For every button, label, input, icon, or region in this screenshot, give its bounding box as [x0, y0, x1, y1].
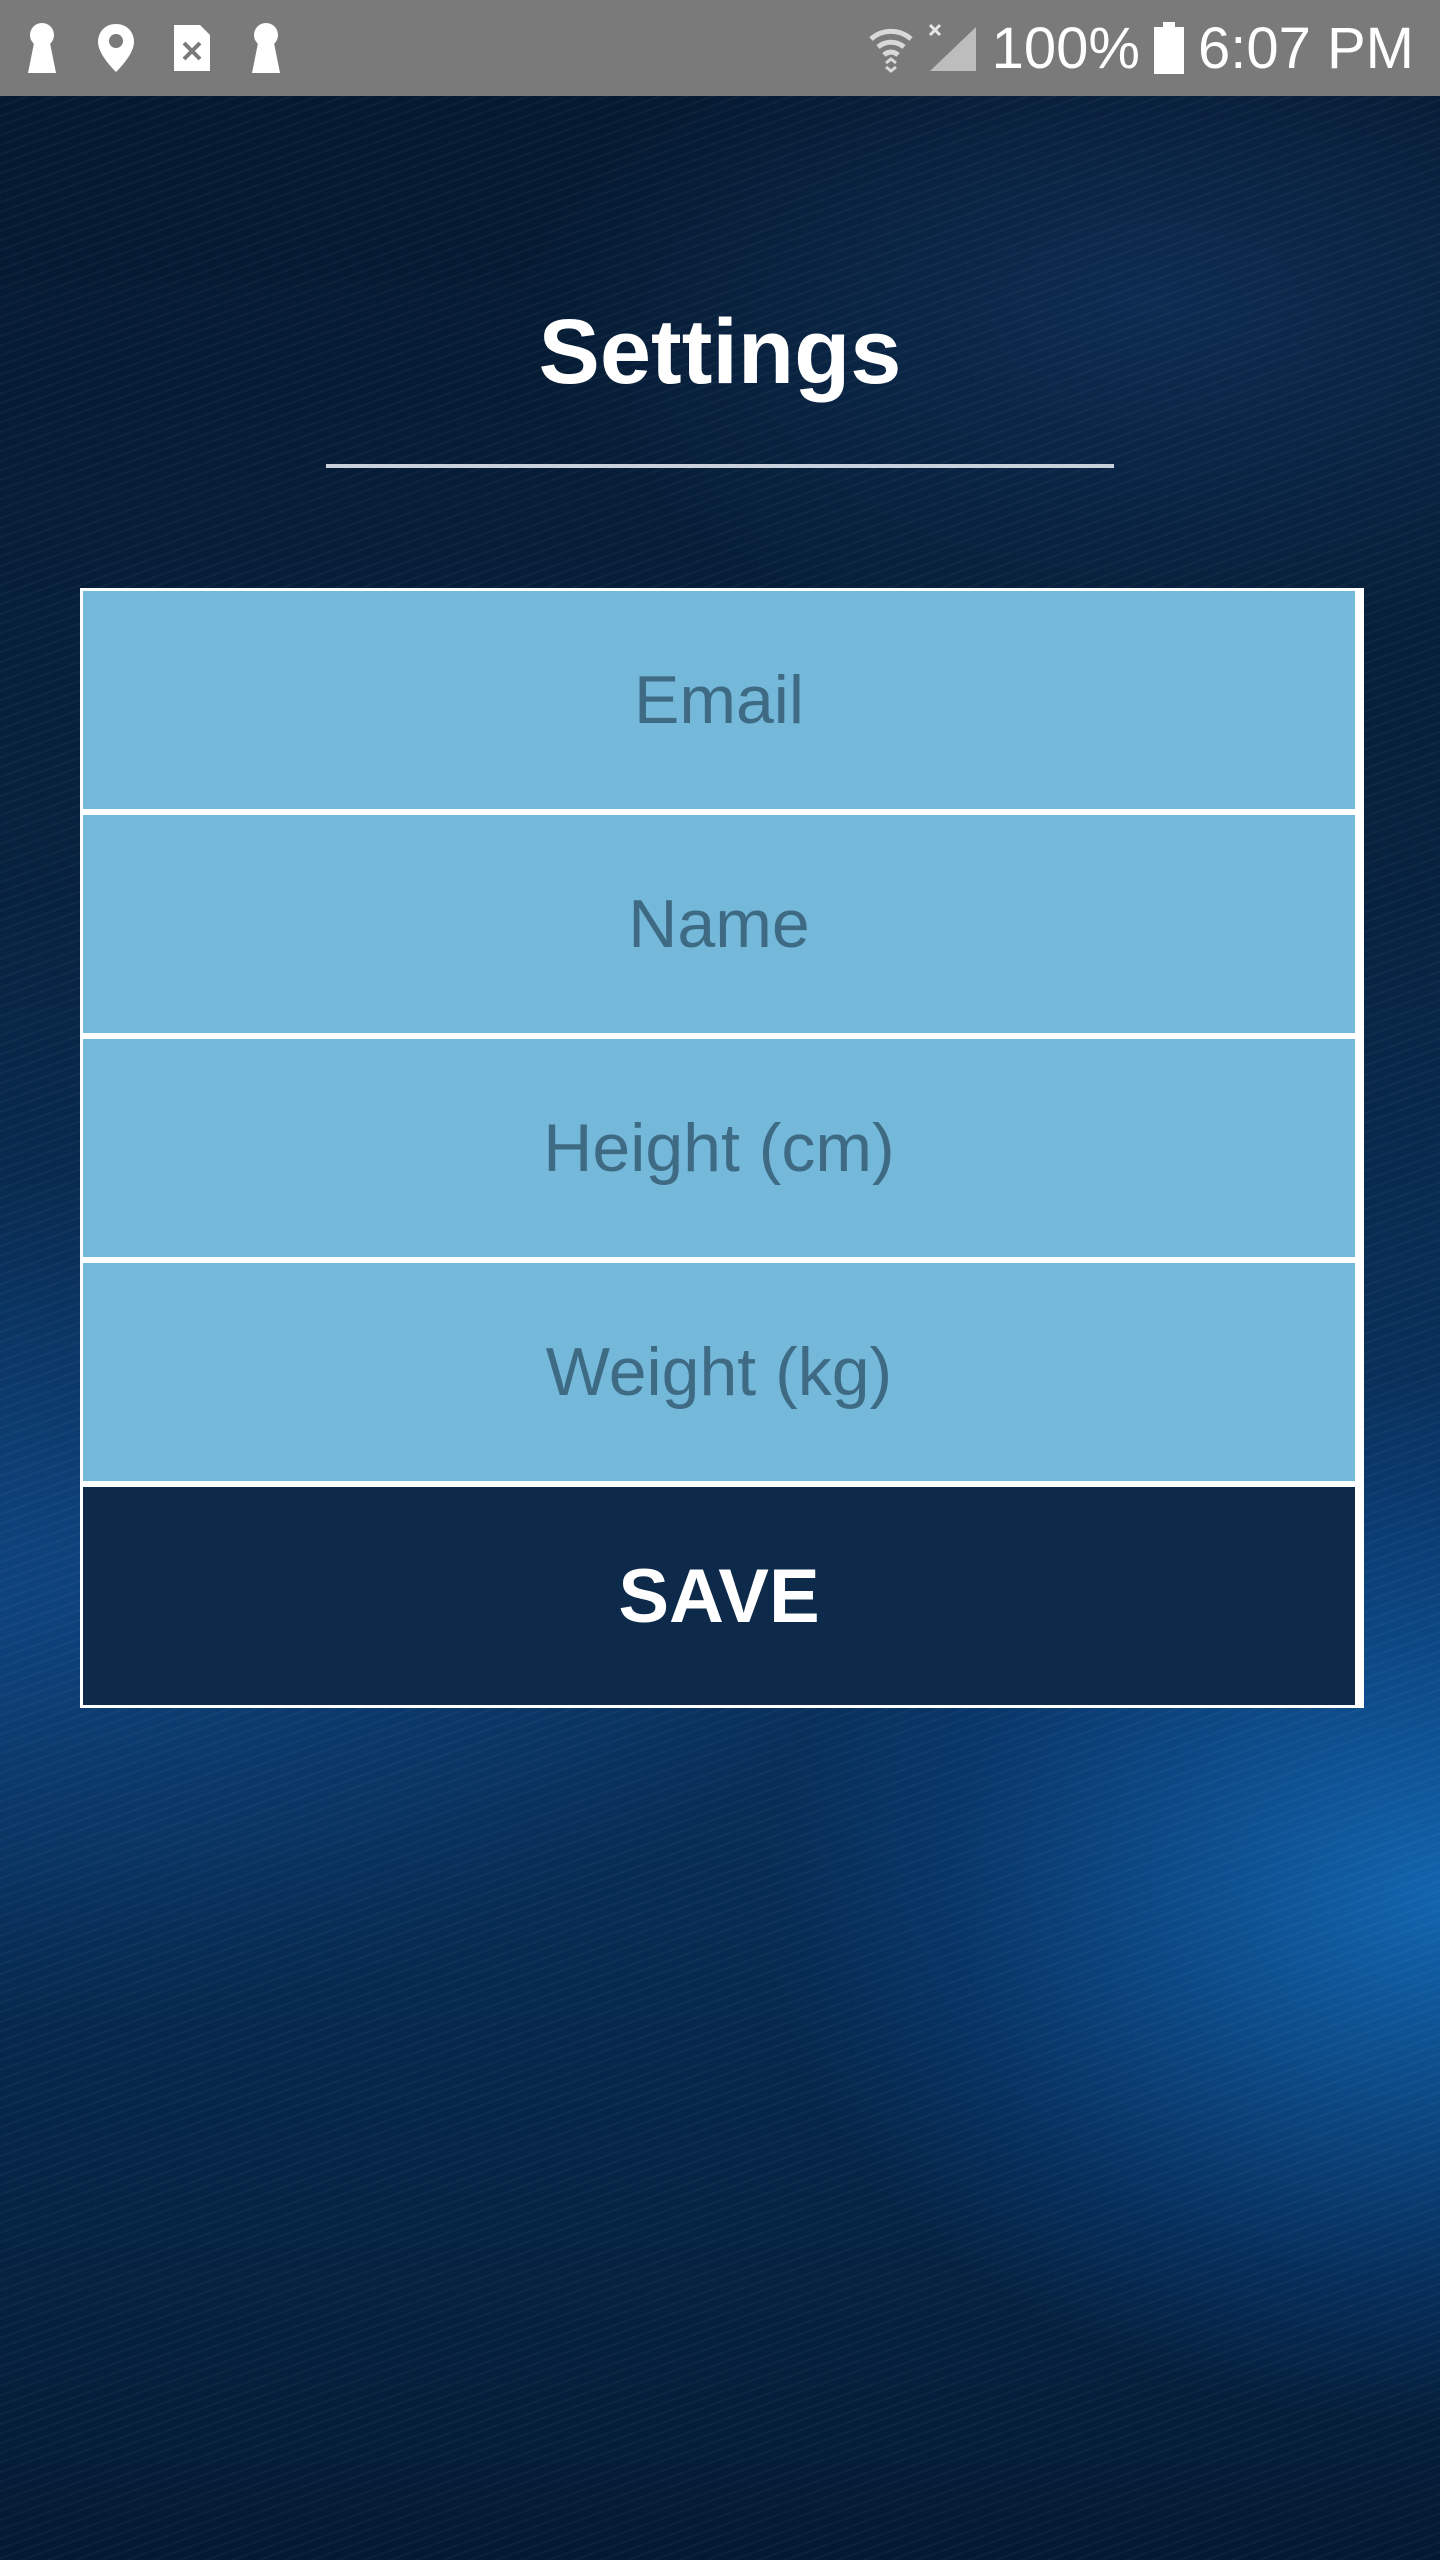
- signal-off-icon: [928, 23, 978, 73]
- battery-icon: [1154, 22, 1184, 74]
- title-divider: [326, 464, 1114, 468]
- weight-field[interactable]: [83, 1263, 1355, 1481]
- page-title: Settings: [538, 301, 902, 403]
- height-field[interactable]: [83, 1039, 1355, 1257]
- sim-error-icon: [172, 23, 212, 73]
- settings-form: SAVE: [80, 588, 1364, 1708]
- keyhole-icon: [24, 21, 60, 75]
- battery-percent: 100%: [991, 15, 1140, 81]
- keyhole-icon: [248, 21, 284, 75]
- notification-icons: [24, 0, 284, 96]
- system-status: 100% 6:07 PM: [868, 0, 1414, 96]
- email-field[interactable]: [83, 591, 1355, 809]
- location-pin-icon: [96, 22, 136, 74]
- wifi-icon: [868, 23, 914, 73]
- name-field[interactable]: [83, 815, 1355, 1033]
- status-bar: 100% 6:07 PM: [0, 0, 1440, 96]
- clock: 6:07 PM: [1198, 15, 1414, 81]
- save-button[interactable]: SAVE: [83, 1487, 1355, 1705]
